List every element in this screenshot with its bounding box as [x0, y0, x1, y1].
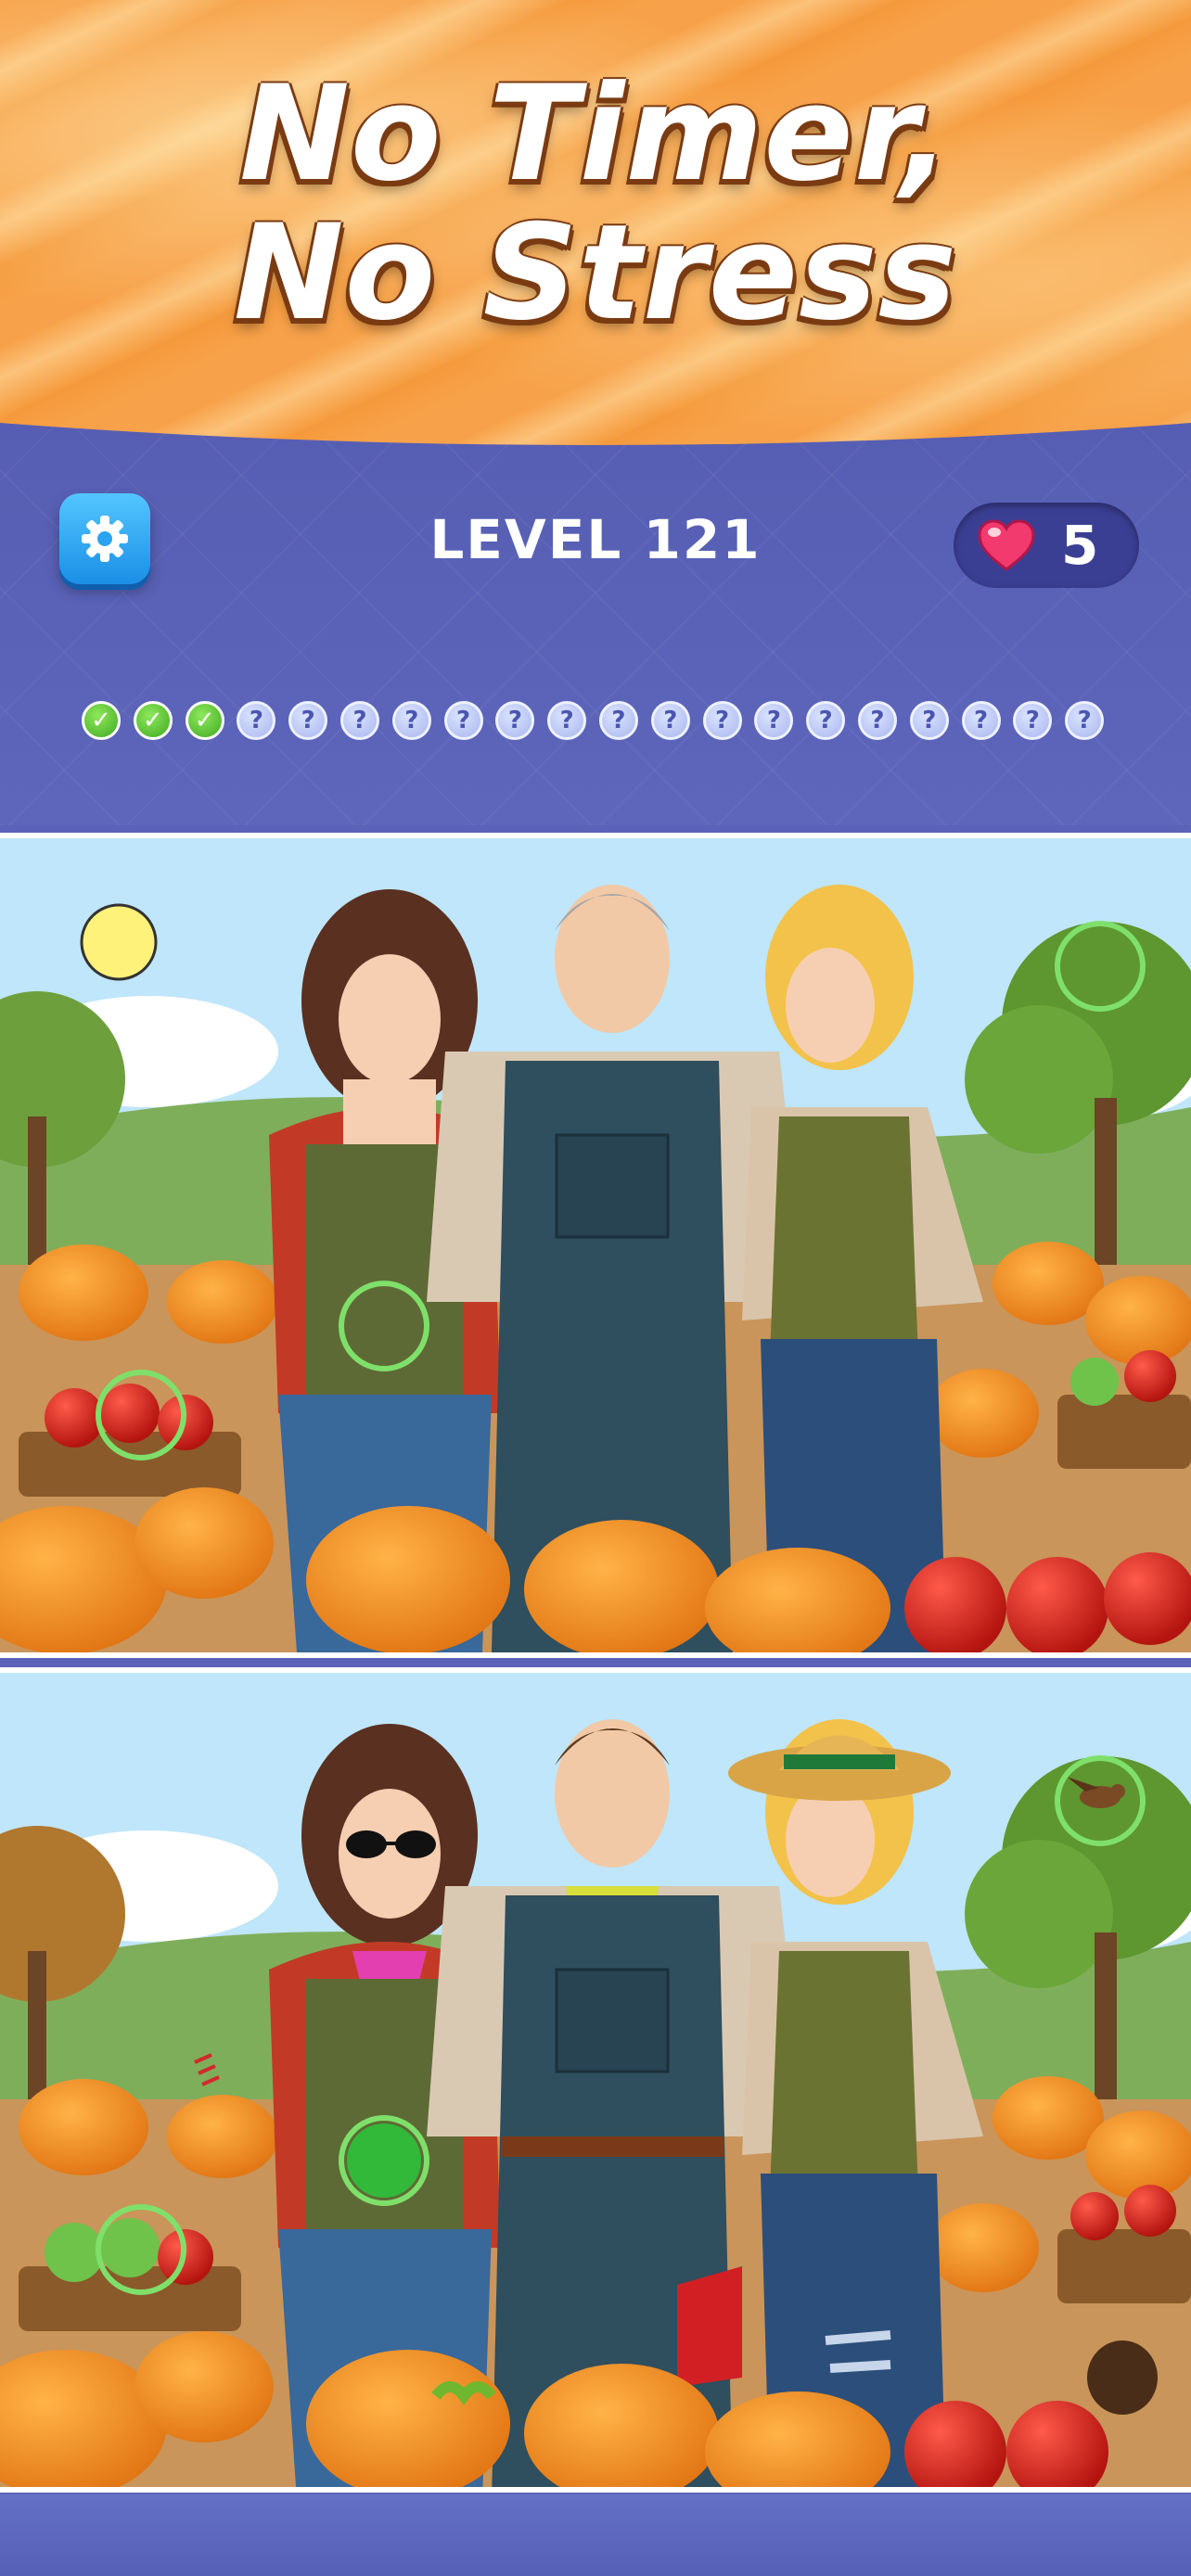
progress-dot-unknown: ?	[961, 701, 1001, 740]
original-scene-art	[0, 838, 1191, 1652]
progress-dot-found: ✓	[133, 701, 173, 740]
green-patch	[347, 2123, 421, 2198]
progress-dot-unknown: ?	[754, 701, 794, 740]
progress-dot-unknown: ?	[237, 701, 276, 740]
progress-dot-unknown: ?	[547, 701, 587, 740]
progress-dot-unknown: ?	[650, 701, 690, 740]
banner-line-1: No Timer,	[239, 57, 952, 210]
progress-dot-unknown: ?	[1013, 701, 1053, 740]
heart-icon	[978, 519, 1035, 571]
progress-dot-unknown: ?	[1065, 701, 1105, 740]
progress-dot-unknown: ?	[339, 701, 379, 740]
progress-dot-unknown: ?	[598, 701, 638, 740]
progress-dot-unknown: ?	[495, 701, 535, 740]
lives-count: 5	[1061, 514, 1099, 577]
progress-dot-unknown: ?	[857, 701, 897, 740]
lives-counter: 5	[954, 503, 1139, 588]
progress-dot-unknown: ?	[702, 701, 742, 740]
progress-dot-unknown: ?	[288, 701, 328, 740]
banner-line-2: No Stress	[233, 197, 958, 350]
progress-dot-found: ✓	[82, 701, 121, 740]
modified-scene[interactable]	[0, 1667, 1191, 2493]
progress-dot-unknown: ?	[443, 701, 483, 740]
original-scene[interactable]	[0, 833, 1191, 1658]
modified-scene-art	[0, 1673, 1191, 2487]
differences-progress: ✓ ✓ ✓?????????????????	[82, 701, 1105, 740]
sun	[80, 903, 158, 981]
banner-title: No Timer, No Stress	[0, 65, 1191, 343]
progress-dot-unknown: ?	[806, 701, 846, 740]
progress-dot-unknown: ?	[909, 701, 949, 740]
bottom-bar	[0, 2494, 1191, 2576]
progress-dot-unknown: ?	[391, 701, 431, 740]
progress-dot-found: ✓	[185, 701, 224, 740]
